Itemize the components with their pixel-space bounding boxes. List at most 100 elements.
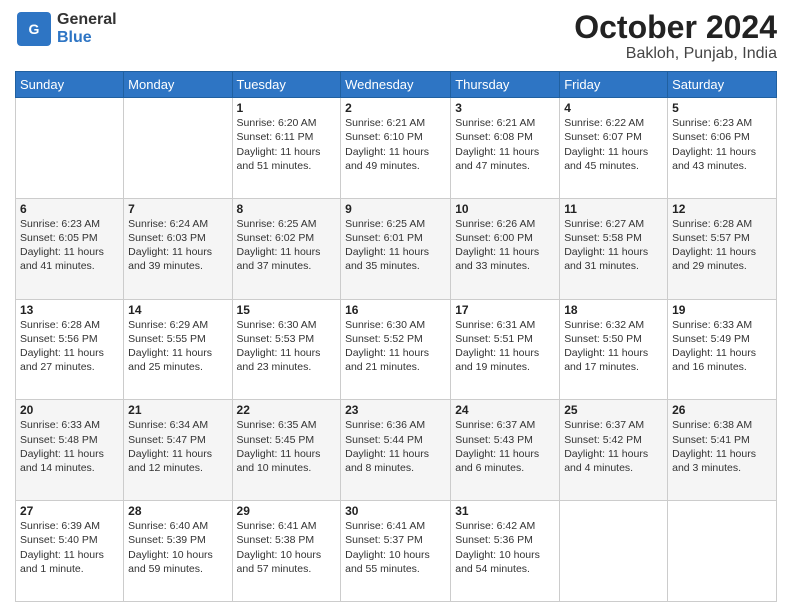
day-number: 2 [345, 101, 446, 115]
calendar-cell: 13Sunrise: 6:28 AM Sunset: 5:56 PM Dayli… [16, 299, 124, 400]
calendar-cell: 18Sunrise: 6:32 AM Sunset: 5:50 PM Dayli… [560, 299, 668, 400]
day-number: 26 [672, 403, 772, 417]
day-info: Sunrise: 6:41 AM Sunset: 5:37 PM Dayligh… [345, 519, 446, 576]
logo: G General Blue [15, 10, 117, 48]
day-info: Sunrise: 6:21 AM Sunset: 6:08 PM Dayligh… [455, 116, 555, 173]
page: G General Blue October 2024 Bakloh, Punj… [0, 0, 792, 612]
day-info: Sunrise: 6:23 AM Sunset: 6:05 PM Dayligh… [20, 217, 119, 274]
day-info: Sunrise: 6:30 AM Sunset: 5:53 PM Dayligh… [237, 318, 337, 375]
calendar-cell [124, 98, 232, 199]
day-number: 21 [128, 403, 227, 417]
day-info: Sunrise: 6:36 AM Sunset: 5:44 PM Dayligh… [345, 418, 446, 475]
logo-icon: G [15, 10, 53, 48]
weekday-header: Sunday [16, 72, 124, 98]
calendar-cell: 15Sunrise: 6:30 AM Sunset: 5:53 PM Dayli… [232, 299, 341, 400]
day-info: Sunrise: 6:37 AM Sunset: 5:43 PM Dayligh… [455, 418, 555, 475]
day-number: 23 [345, 403, 446, 417]
day-info: Sunrise: 6:25 AM Sunset: 6:01 PM Dayligh… [345, 217, 446, 274]
header: G General Blue October 2024 Bakloh, Punj… [15, 10, 777, 63]
day-info: Sunrise: 6:33 AM Sunset: 5:48 PM Dayligh… [20, 418, 119, 475]
day-info: Sunrise: 6:33 AM Sunset: 5:49 PM Dayligh… [672, 318, 772, 375]
day-number: 31 [455, 504, 555, 518]
day-info: Sunrise: 6:20 AM Sunset: 6:11 PM Dayligh… [237, 116, 337, 173]
calendar-cell: 4Sunrise: 6:22 AM Sunset: 6:07 PM Daylig… [560, 98, 668, 199]
calendar-cell: 14Sunrise: 6:29 AM Sunset: 5:55 PM Dayli… [124, 299, 232, 400]
location: Bakloh, Punjab, India [574, 45, 777, 63]
day-number: 25 [564, 403, 663, 417]
day-number: 11 [564, 202, 663, 216]
day-info: Sunrise: 6:26 AM Sunset: 6:00 PM Dayligh… [455, 217, 555, 274]
day-number: 19 [672, 303, 772, 317]
day-info: Sunrise: 6:28 AM Sunset: 5:56 PM Dayligh… [20, 318, 119, 375]
calendar-cell [560, 501, 668, 602]
calendar-cell: 30Sunrise: 6:41 AM Sunset: 5:37 PM Dayli… [341, 501, 451, 602]
calendar-cell: 1Sunrise: 6:20 AM Sunset: 6:11 PM Daylig… [232, 98, 341, 199]
day-info: Sunrise: 6:22 AM Sunset: 6:07 PM Dayligh… [564, 116, 663, 173]
svg-text:G: G [29, 21, 40, 37]
month-year: October 2024 [574, 10, 777, 45]
calendar-cell: 29Sunrise: 6:41 AM Sunset: 5:38 PM Dayli… [232, 501, 341, 602]
calendar-cell: 27Sunrise: 6:39 AM Sunset: 5:40 PM Dayli… [16, 501, 124, 602]
day-info: Sunrise: 6:38 AM Sunset: 5:41 PM Dayligh… [672, 418, 772, 475]
day-number: 16 [345, 303, 446, 317]
day-info: Sunrise: 6:27 AM Sunset: 5:58 PM Dayligh… [564, 217, 663, 274]
weekday-header: Monday [124, 72, 232, 98]
calendar-cell [16, 98, 124, 199]
day-number: 3 [455, 101, 555, 115]
day-number: 18 [564, 303, 663, 317]
day-number: 12 [672, 202, 772, 216]
day-number: 28 [128, 504, 227, 518]
day-info: Sunrise: 6:30 AM Sunset: 5:52 PM Dayligh… [345, 318, 446, 375]
day-number: 7 [128, 202, 227, 216]
day-info: Sunrise: 6:24 AM Sunset: 6:03 PM Dayligh… [128, 217, 227, 274]
day-info: Sunrise: 6:23 AM Sunset: 6:06 PM Dayligh… [672, 116, 772, 173]
calendar-cell: 11Sunrise: 6:27 AM Sunset: 5:58 PM Dayli… [560, 198, 668, 299]
day-info: Sunrise: 6:25 AM Sunset: 6:02 PM Dayligh… [237, 217, 337, 274]
day-number: 20 [20, 403, 119, 417]
day-number: 10 [455, 202, 555, 216]
calendar-cell: 17Sunrise: 6:31 AM Sunset: 5:51 PM Dayli… [451, 299, 560, 400]
day-number: 6 [20, 202, 119, 216]
calendar-cell: 20Sunrise: 6:33 AM Sunset: 5:48 PM Dayli… [16, 400, 124, 501]
day-info: Sunrise: 6:35 AM Sunset: 5:45 PM Dayligh… [237, 418, 337, 475]
calendar-cell: 10Sunrise: 6:26 AM Sunset: 6:00 PM Dayli… [451, 198, 560, 299]
calendar-cell: 6Sunrise: 6:23 AM Sunset: 6:05 PM Daylig… [16, 198, 124, 299]
day-number: 30 [345, 504, 446, 518]
calendar-cell: 22Sunrise: 6:35 AM Sunset: 5:45 PM Dayli… [232, 400, 341, 501]
calendar-cell: 26Sunrise: 6:38 AM Sunset: 5:41 PM Dayli… [668, 400, 777, 501]
weekday-header: Friday [560, 72, 668, 98]
calendar-cell: 8Sunrise: 6:25 AM Sunset: 6:02 PM Daylig… [232, 198, 341, 299]
calendar-cell: 12Sunrise: 6:28 AM Sunset: 5:57 PM Dayli… [668, 198, 777, 299]
calendar-cell: 24Sunrise: 6:37 AM Sunset: 5:43 PM Dayli… [451, 400, 560, 501]
calendar-cell: 21Sunrise: 6:34 AM Sunset: 5:47 PM Dayli… [124, 400, 232, 501]
day-number: 9 [345, 202, 446, 216]
title-block: October 2024 Bakloh, Punjab, India [574, 10, 777, 63]
calendar-cell: 28Sunrise: 6:40 AM Sunset: 5:39 PM Dayli… [124, 501, 232, 602]
weekday-header: Saturday [668, 72, 777, 98]
weekday-header: Thursday [451, 72, 560, 98]
day-number: 14 [128, 303, 227, 317]
day-info: Sunrise: 6:21 AM Sunset: 6:10 PM Dayligh… [345, 116, 446, 173]
day-info: Sunrise: 6:34 AM Sunset: 5:47 PM Dayligh… [128, 418, 227, 475]
calendar-cell: 16Sunrise: 6:30 AM Sunset: 5:52 PM Dayli… [341, 299, 451, 400]
day-number: 15 [237, 303, 337, 317]
logo-blue: Blue [57, 29, 117, 47]
calendar-cell: 3Sunrise: 6:21 AM Sunset: 6:08 PM Daylig… [451, 98, 560, 199]
day-number: 27 [20, 504, 119, 518]
day-info: Sunrise: 6:29 AM Sunset: 5:55 PM Dayligh… [128, 318, 227, 375]
day-info: Sunrise: 6:32 AM Sunset: 5:50 PM Dayligh… [564, 318, 663, 375]
day-number: 4 [564, 101, 663, 115]
day-info: Sunrise: 6:42 AM Sunset: 5:36 PM Dayligh… [455, 519, 555, 576]
day-number: 17 [455, 303, 555, 317]
calendar-cell: 25Sunrise: 6:37 AM Sunset: 5:42 PM Dayli… [560, 400, 668, 501]
day-number: 24 [455, 403, 555, 417]
calendar-cell: 5Sunrise: 6:23 AM Sunset: 6:06 PM Daylig… [668, 98, 777, 199]
day-number: 1 [237, 101, 337, 115]
calendar-table: SundayMondayTuesdayWednesdayThursdayFrid… [15, 71, 777, 602]
day-number: 8 [237, 202, 337, 216]
day-number: 13 [20, 303, 119, 317]
calendar-cell: 2Sunrise: 6:21 AM Sunset: 6:10 PM Daylig… [341, 98, 451, 199]
calendar-cell [668, 501, 777, 602]
day-info: Sunrise: 6:41 AM Sunset: 5:38 PM Dayligh… [237, 519, 337, 576]
weekday-header: Tuesday [232, 72, 341, 98]
